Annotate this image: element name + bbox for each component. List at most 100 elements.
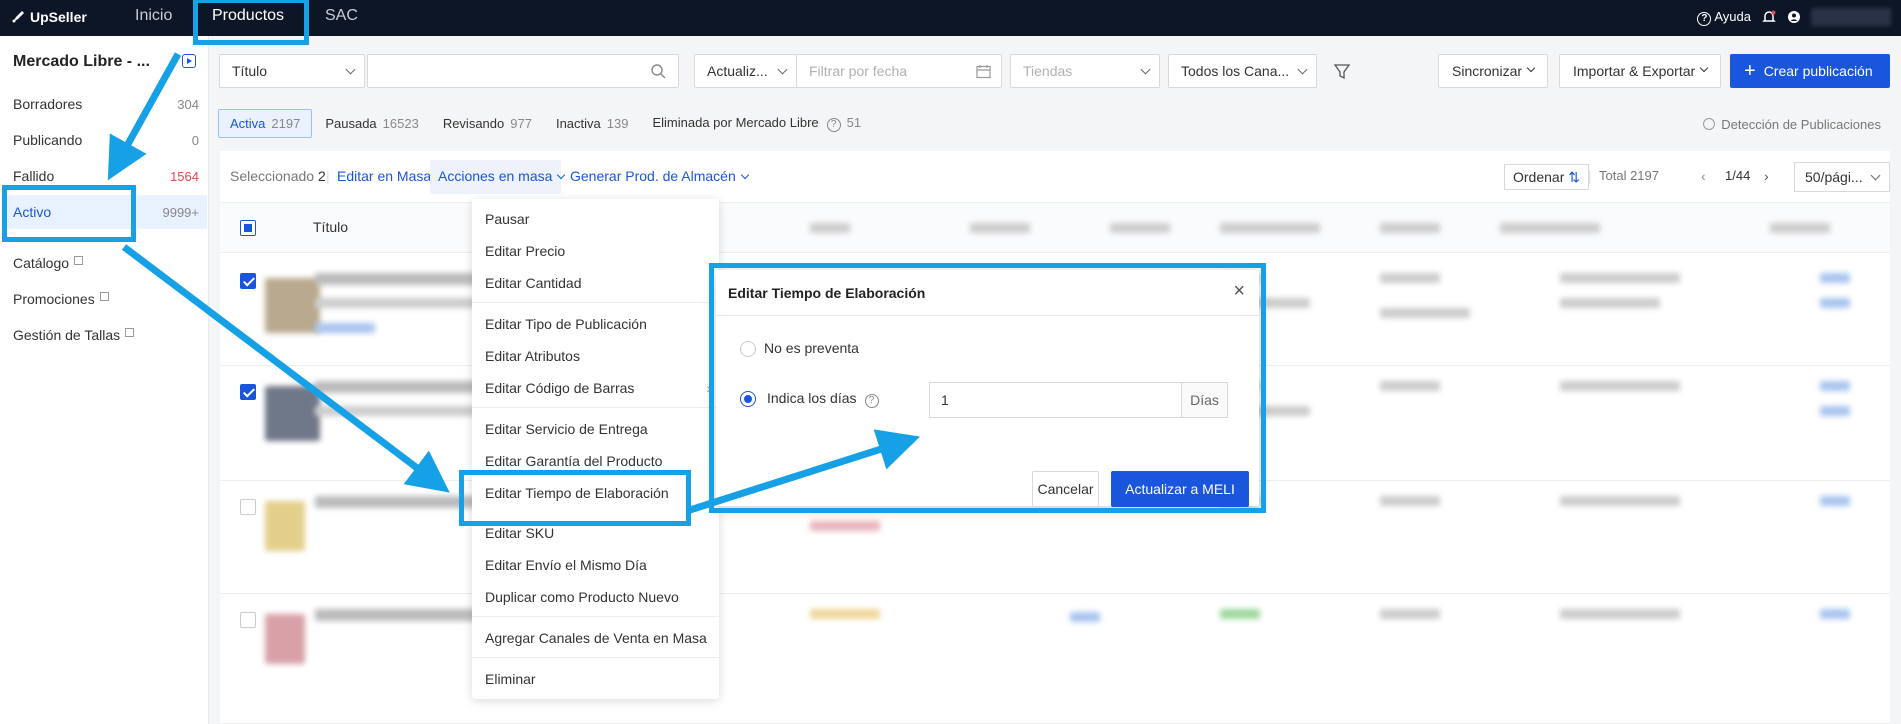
menu-item-editar-atributos[interactable]: Editar Atributos: [485, 348, 580, 364]
divider: |: [1588, 168, 1592, 184]
menu-item-duplicar[interactable]: Duplicar como Producto Nuevo: [485, 589, 679, 605]
nav-productos[interactable]: Productos: [212, 7, 284, 25]
tab-revisando[interactable]: Revisando 977: [432, 110, 543, 137]
close-icon[interactable]: ×: [1233, 280, 1245, 303]
tab-eliminada[interactable]: Eliminada por Mercado Libre? 51: [641, 109, 872, 138]
chevron-down-icon: [1140, 64, 1151, 75]
blurred-text: [1560, 609, 1680, 619]
menu-item-pausar[interactable]: Pausar: [485, 211, 529, 227]
sidebar-link-gestion-tallas[interactable]: Gestión de Tallas: [5, 318, 207, 352]
external-link-icon: [99, 291, 109, 301]
menu-item-editar-cantidad[interactable]: Editar Cantidad: [485, 275, 582, 291]
generate-label: Generar Prod. de Almacén: [570, 168, 736, 184]
tab-label: Activa: [230, 116, 266, 131]
menu-item-editar-servicio-entrega[interactable]: Editar Servicio de Entrega: [485, 421, 648, 437]
sidebar-link-promociones[interactable]: Promociones: [5, 282, 207, 316]
menu-item-editar-envio-mismo-dia[interactable]: Editar Envío el Mismo Día: [485, 557, 647, 573]
question-icon[interactable]: ?: [864, 394, 879, 408]
question-icon[interactable]: ?: [826, 118, 841, 132]
menu-item-editar-precio[interactable]: Editar Precio: [485, 243, 565, 259]
blurred-text: [315, 298, 485, 308]
blurred-action[interactable]: [1820, 273, 1850, 283]
generate-warehouse-dropdown[interactable]: Generar Prod. de Almacén: [570, 168, 750, 184]
bell-icon[interactable]: [1761, 9, 1777, 25]
tab-count: 16523: [382, 116, 419, 131]
radio-no-preventa[interactable]: [740, 341, 756, 357]
sync-button[interactable]: Sincronizar: [1438, 54, 1549, 88]
sidebar-item-publicando[interactable]: Publicando 0: [5, 123, 207, 157]
upseller-logo[interactable]: UpSeller: [10, 9, 87, 25]
help-link[interactable]: ? Ayuda: [1697, 9, 1751, 26]
row-checkbox[interactable]: [240, 273, 256, 289]
menu-item-eliminar[interactable]: Eliminar: [485, 671, 536, 687]
row-checkbox[interactable]: [240, 384, 256, 400]
days-input[interactable]: 1 Días: [929, 382, 1228, 418]
create-listing-button[interactable]: + Crear publicación: [1730, 54, 1890, 88]
tab-activa[interactable]: Activa 2197: [218, 109, 313, 138]
stores-select[interactable]: Tiendas: [1010, 54, 1160, 88]
blurred-action[interactable]: [1820, 609, 1850, 619]
date-type-select[interactable]: Actualiz...: [694, 54, 797, 88]
filter-icon[interactable]: [1333, 63, 1351, 81]
chevron-right-icon: ›: [706, 380, 711, 396]
blurred-text: [315, 323, 375, 333]
detect-listings-link[interactable]: Detección de Publicaciones: [1703, 117, 1881, 132]
sidebar-title: Mercado Libre - ...: [13, 53, 150, 70]
tab-inactiva[interactable]: Inactiva 139: [545, 110, 640, 137]
menu-item-editar-tiempo-elaboracion[interactable]: Editar Tiempo de Elaboración: [485, 485, 669, 501]
sidebar-link-catalogo[interactable]: Catálogo: [5, 246, 207, 280]
top-navigation-bar: UpSeller Inicio Productos SAC ? Ayuda: [0, 0, 1901, 36]
bulk-actions-dropdown[interactable]: Acciones en masa: [438, 168, 566, 184]
nav-inicio[interactable]: Inicio: [135, 7, 172, 25]
menu-item-editar-codigo-barras[interactable]: Editar Código de Barras: [485, 380, 634, 396]
search-input[interactable]: [367, 54, 679, 88]
blurred-action[interactable]: [1820, 298, 1850, 308]
next-page-icon[interactable]: ›: [1764, 168, 1769, 184]
sidebar-link-label: Catálogo: [13, 255, 70, 271]
menu-item-editar-garantia[interactable]: Editar Garantía del Producto: [485, 453, 662, 469]
user-icon[interactable]: [1787, 10, 1801, 24]
blurred-action[interactable]: [1820, 406, 1850, 416]
menu-item-editar-tipo-publicacion[interactable]: Editar Tipo de Publicación: [485, 316, 647, 332]
nav-sac[interactable]: SAC: [325, 7, 358, 25]
account-name-blurred[interactable]: [1811, 8, 1891, 26]
help-label: Ayuda: [1714, 8, 1751, 24]
blurred-text: [1380, 273, 1440, 283]
sidebar-item-borradores[interactable]: Borradores 304: [5, 87, 207, 121]
blurred-text: [1560, 273, 1680, 283]
sidebar-item-activo[interactable]: Activo 9999+: [5, 195, 207, 229]
blurred-text: [1220, 609, 1260, 619]
sort-button[interactable]: Ordenar ⇅: [1504, 164, 1589, 190]
search-field-select[interactable]: Título: [219, 54, 365, 88]
row-checkbox[interactable]: [240, 612, 256, 628]
bulk-edit-link[interactable]: Editar en Masa: [337, 168, 431, 184]
blurred-action[interactable]: [1820, 496, 1850, 506]
search-icon[interactable]: [651, 64, 666, 79]
chevron-down-icon: [1297, 64, 1308, 75]
select-all-checkbox[interactable]: [240, 220, 256, 236]
table-row[interactable]: [220, 594, 1890, 724]
cancel-button[interactable]: Cancelar: [1032, 471, 1099, 507]
per-page-select[interactable]: 50/pági...: [1794, 162, 1890, 192]
date-filter-input[interactable]: Filtrar por fecha: [796, 54, 1002, 88]
radio-indica-dias[interactable]: [740, 391, 756, 407]
column-header-blurred: [810, 223, 850, 233]
blurred-action[interactable]: [1820, 381, 1850, 391]
channels-select[interactable]: Todos los Cana...: [1168, 54, 1317, 88]
sidebar-item-fallido[interactable]: Fallido 1564: [5, 159, 207, 193]
tab-pausada[interactable]: Pausada 16523: [314, 110, 429, 137]
search-field-value: Título: [232, 63, 268, 79]
prev-page-icon[interactable]: ‹: [1701, 168, 1706, 184]
chevron-down-icon: [345, 64, 356, 75]
sidebar-link-label: Promociones: [13, 291, 95, 307]
column-header-blurred: [970, 223, 1030, 233]
column-header-title: Título: [313, 219, 349, 235]
days-input-value[interactable]: 1: [930, 383, 1181, 417]
selected-count: 2: [317, 168, 326, 184]
update-meli-button[interactable]: Actualizar a MELI: [1111, 471, 1249, 507]
menu-item-editar-sku[interactable]: Editar SKU: [485, 525, 554, 541]
collapse-sidebar-icon[interactable]: [182, 54, 196, 68]
import-export-button[interactable]: Importar & Exportar: [1559, 54, 1722, 88]
menu-item-agregar-canales[interactable]: Agregar Canales de Venta en Masa: [485, 630, 707, 646]
row-checkbox[interactable]: [240, 499, 256, 515]
